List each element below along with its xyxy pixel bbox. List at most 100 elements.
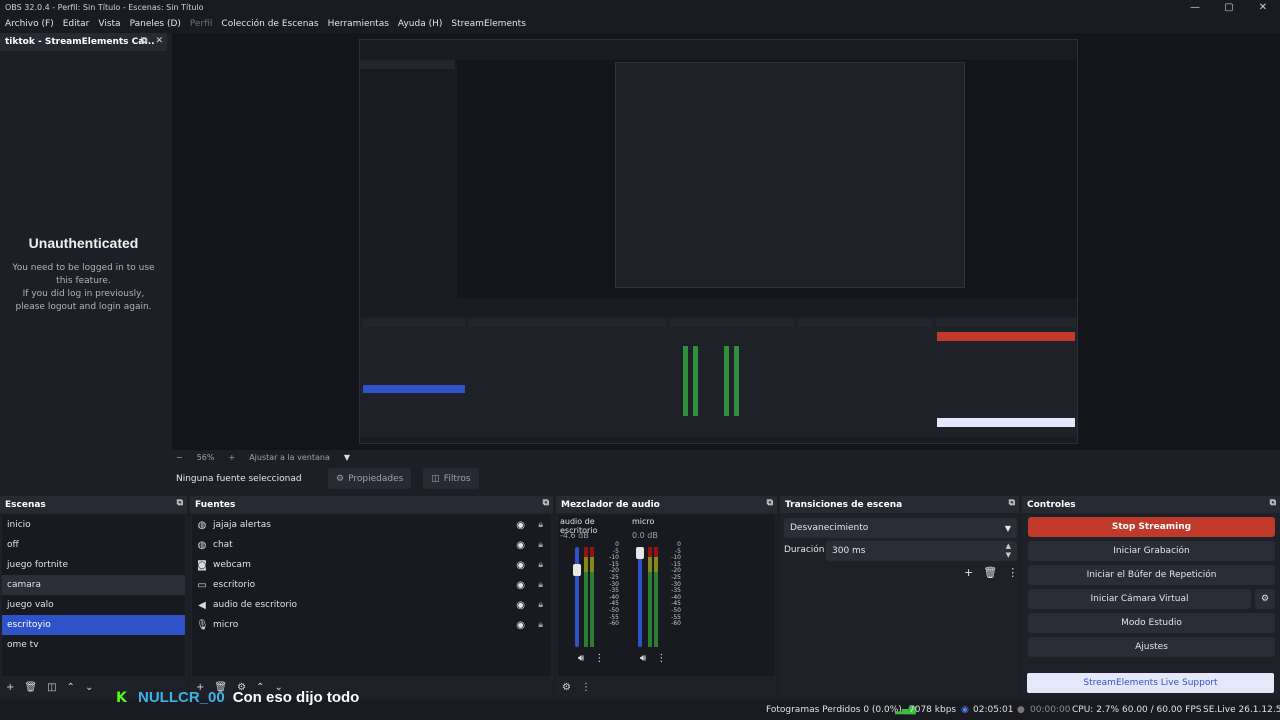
lock-icon[interactable]: 🔒︎ <box>538 600 543 610</box>
move-up-icon[interactable]: ⌃ <box>67 682 75 693</box>
more-options-icon[interactable]: ⋮ <box>581 682 591 693</box>
menu-bar: Archivo (F) Editar Vista Paneles (D) Per… <box>0 15 1280 33</box>
zoom-in-button[interactable]: + <box>228 453 235 462</box>
level-meter <box>648 547 652 647</box>
virtual-camera-settings-button[interactable]: ⚙ <box>1255 589 1275 609</box>
eye-icon[interactable]: ◉ <box>516 620 525 631</box>
scene-item-inicio[interactable]: inicio <box>2 515 185 535</box>
eye-icon[interactable]: ◉ <box>516 520 525 531</box>
zoom-dropdown-icon[interactable]: ▼ <box>344 453 350 462</box>
source-label: micro <box>213 620 239 630</box>
eye-icon[interactable]: ◉ <box>516 600 525 611</box>
meter-scale: 0 -5 -10 -15 -20 -25 -30 -35 -40 -45 -50 -55 -60 <box>665 541 681 628</box>
kick-logo-icon: K <box>116 689 127 706</box>
stream-time: 02:05:01 <box>973 705 1014 715</box>
source-item-audio-de-escritorio[interactable]: ◀︎ audio de escritorio ◉ 🔒︎ <box>192 595 551 615</box>
lock-icon[interactable]: 🔒︎ <box>538 540 543 550</box>
zoom-value: 56% <box>196 452 215 462</box>
stop-streaming-button[interactable]: Stop Streaming <box>1028 517 1275 537</box>
globe-icon: ◍ <box>197 539 207 551</box>
title-bar: OBS 32.0.4 - Perfil: Sin Título - Escena… <box>0 0 1280 15</box>
float-dock-icon[interactable]: ⧉ <box>141 36 147 46</box>
context-bar: Ninguna fuente seleccionad ⚙ Propiedades… <box>172 466 1280 491</box>
level-meter <box>590 547 594 647</box>
source-item-micro[interactable]: 🎙︎ micro ◉ 🔒︎ <box>192 615 551 635</box>
volume-slider-knob[interactable] <box>636 547 644 559</box>
menu-view[interactable]: Vista <box>93 19 124 29</box>
float-dock-icon[interactable]: ⧉ <box>767 498 773 508</box>
filters-button[interactable]: ◫ Filtros <box>423 468 479 489</box>
source-item-jajaja-alertas[interactable]: ◍ jajaja alertas ◉ 🔒︎ <box>192 515 551 535</box>
speaker-icon[interactable]: 🔊︎ <box>578 653 584 664</box>
float-dock-icon[interactable]: ⧉ <box>543 498 549 508</box>
volume-slider-knob[interactable] <box>573 564 581 576</box>
lock-icon[interactable]: 🔒︎ <box>538 520 543 530</box>
add-icon[interactable]: + <box>6 682 14 693</box>
zoom-out-button[interactable]: − <box>176 453 183 462</box>
dropped-frames: Fotogramas Perdidos 0 (0.0%) <box>766 705 902 715</box>
menu-edit[interactable]: Editar <box>58 19 94 29</box>
start-recording-button[interactable]: Iniciar Grabación <box>1028 541 1275 561</box>
scene-filters-icon[interactable]: ◫ <box>47 682 56 693</box>
move-down-icon[interactable]: ⌄ <box>85 682 93 693</box>
globe-icon: ◍ <box>197 519 207 531</box>
float-dock-icon[interactable]: ⧉ <box>1009 498 1015 508</box>
volume-slider-track[interactable] <box>575 547 579 647</box>
lock-icon[interactable]: 🔒︎ <box>538 620 543 630</box>
more-options-icon[interactable]: ⋮ <box>656 653 666 664</box>
menu-help[interactable]: Ayuda (H) <box>393 19 446 29</box>
add-icon[interactable]: + <box>964 566 973 579</box>
streamelements-live-support-button[interactable]: StreamElements Live Support <box>1027 673 1274 693</box>
dock-title: tiktok - StreamElements Ca... <box>5 37 155 47</box>
lock-icon[interactable]: 🔒︎ <box>538 580 543 590</box>
float-dock-icon[interactable]: ⧉ <box>177 498 183 508</box>
settings-button[interactable]: Ajustes <box>1028 637 1275 657</box>
volume-slider-track[interactable] <box>638 547 642 647</box>
scene-item-off[interactable]: off <box>2 535 185 555</box>
gear-icon: ⚙ <box>1260 594 1270 604</box>
transition-select[interactable]: Desvanecimiento ▼ <box>784 518 1017 538</box>
eye-icon[interactable]: ◉ <box>516 540 525 551</box>
scene-item-escritoyio[interactable]: escritoyio <box>2 615 185 635</box>
trash-icon[interactable]: 🗑 <box>983 566 997 579</box>
mixer-toolbar: ⚙ ⋮ <box>556 676 777 698</box>
menu-file[interactable]: Archivo (F) <box>0 19 58 29</box>
scene-item-ome-tv[interactable]: ome tv <box>2 635 185 655</box>
source-item-escritorio[interactable]: ▭ escritorio ◉ 🔒︎ <box>192 575 551 595</box>
duration-input[interactable]: 300 ms ▲ ▼ <box>826 541 1017 561</box>
studio-mode-button[interactable]: Modo Estudio <box>1028 613 1275 633</box>
start-virtual-camera-button[interactable]: Iniciar Cámara Virtual <box>1028 589 1251 609</box>
eye-icon[interactable]: ◉ <box>516 580 525 591</box>
trash-icon[interactable]: 🗑 <box>24 682 37 693</box>
start-replay-buffer-button[interactable]: Iniciar el Búfer de Repetición <box>1028 565 1275 585</box>
maximize-button[interactable]: ▢ <box>1212 0 1246 15</box>
more-options-icon[interactable]: ⋮ <box>1007 566 1018 579</box>
close-dock-icon[interactable]: ✕ <box>155 36 163 46</box>
source-item-chat[interactable]: ◍ chat ◉ 🔒︎ <box>192 535 551 555</box>
version: SE.Live 26.1.12.537 <box>1203 705 1280 715</box>
more-options-icon[interactable]: ⋮ <box>594 653 604 664</box>
menu-scene-collection[interactable]: Colección de Escenas <box>216 19 322 29</box>
float-dock-icon[interactable]: ⧉ <box>1270 498 1276 508</box>
menu-docks[interactable]: Paneles (D) <box>125 19 185 29</box>
speaker-icon[interactable]: 🔊︎ <box>640 653 646 664</box>
scene-item-juego-valo[interactable]: juego valo <box>2 595 185 615</box>
advanced-audio-icon[interactable]: ⚙ <box>562 682 571 693</box>
close-button[interactable]: ✕ <box>1246 0 1280 15</box>
minimize-button[interactable]: — <box>1178 0 1212 15</box>
scene-item-juego-fortnite[interactable]: juego fortnite <box>2 555 185 575</box>
spinner-icon[interactable]: ▲ ▼ <box>1006 542 1011 560</box>
scene-item-camara[interactable]: camara <box>2 575 185 595</box>
filters-label: Filtros <box>443 473 471 484</box>
menu-streamelements[interactable]: StreamElements <box>446 19 530 29</box>
audio-mixer-dock: Mezclador de audio ⧉ audio de escritorio… <box>556 496 777 698</box>
properties-button[interactable]: ⚙ Propiedades <box>328 468 412 489</box>
fit-to-window-button[interactable]: Ajustar a la ventana <box>249 453 330 462</box>
lock-icon[interactable]: 🔒︎ <box>538 560 543 570</box>
source-label: jajaja alertas <box>213 520 271 530</box>
menu-tools[interactable]: Herramientas <box>323 19 393 29</box>
eye-icon[interactable]: ◉ <box>516 560 525 571</box>
menu-profile[interactable]: Perfil <box>185 19 217 29</box>
source-item-webcam[interactable]: ◙ webcam ◉ 🔒︎ <box>192 555 551 575</box>
meter-scale: 0 -5 -10 -15 -20 -25 -30 -35 -40 -45 -50 -55 -60 <box>603 541 619 628</box>
